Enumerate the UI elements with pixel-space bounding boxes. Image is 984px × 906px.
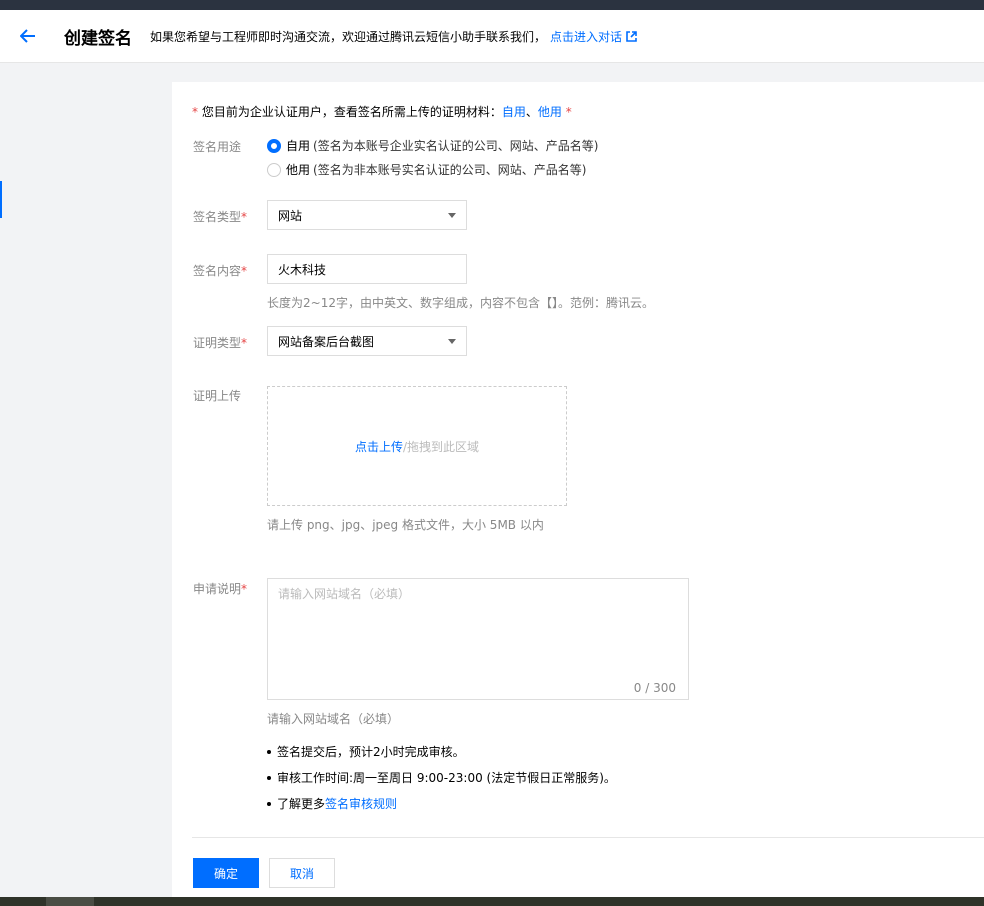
proof-type-label: 证明类型* — [193, 334, 247, 351]
required-mark: * — [241, 210, 248, 224]
proof-type-value: 网站备案后台截图 — [278, 334, 375, 349]
header-tip: 如果您希望与工程师即时沟通交流，欢迎通过腾讯云短信小助手联系我们， 点击进入对话 — [150, 28, 637, 45]
caret-down-icon — [448, 339, 456, 344]
self-use-link[interactable]: 自用 — [502, 105, 526, 119]
usage-label: 签名用途 — [193, 140, 242, 154]
radio-unchecked-icon — [267, 162, 281, 177]
description-label: 申请说明* — [193, 580, 247, 597]
info-bullets: 签名提交后，预计2小时完成审核。 审核工作时间:周一至周日 9:00-23:00… — [267, 745, 616, 823]
required-mark: * — [241, 336, 248, 350]
notice-separator: 、 — [525, 105, 538, 119]
divider — [192, 837, 984, 838]
bullet-text: 了解更多 — [277, 797, 326, 811]
usage-option-hint: (签名为非本账号实名认证的公司、网站、产品名等) — [313, 163, 587, 177]
arrow-left-icon — [20, 29, 35, 43]
upload-drag-hint: /拖拽到此区域 — [402, 439, 480, 454]
content-help: 长度为2~12字，由中英文、数字组成，内容不包含【】。范例：腾讯云。 — [267, 296, 654, 310]
page-header: 创建签名 如果您希望与工程师即时沟通交流，欢迎通过腾讯云短信小助手联系我们， 点击… — [0, 10, 984, 63]
other-use-link[interactable]: 他用 — [538, 105, 562, 119]
usage-radio-other[interactable]: 他用 (签名为非本账号实名认证的公司、网站、产品名等) — [267, 161, 586, 178]
usage-radio-self[interactable]: 自用 (签名为本账号企业实名认证的公司、网站、产品名等) — [267, 137, 598, 154]
certification-notice: * 您目前为企业认证用户，查看签名所需上传的证明材料：自用、他用 * — [192, 103, 572, 120]
type-label: 签名类型* — [193, 208, 247, 225]
list-item: 了解更多 签名审核规则 — [267, 795, 616, 812]
back-button[interactable] — [17, 25, 39, 47]
description-textarea[interactable]: 请输入网站域名（必填） 0 / 300 — [267, 578, 689, 700]
upload-dropzone[interactable]: 点击上传/拖拽到此区域 — [267, 386, 567, 506]
taskbar — [0, 897, 984, 906]
notice-text: 您目前为企业认证用户，查看签名所需上传的证明材料： — [198, 105, 502, 119]
description-label-text: 申请说明 — [193, 582, 242, 596]
proof-type-label-text: 证明类型 — [193, 336, 242, 350]
sidebar-active-indicator — [0, 181, 2, 218]
required-mark: * — [241, 582, 248, 596]
content-label-text: 签名内容 — [193, 264, 242, 278]
chat-link-label: 点击进入对话 — [550, 29, 623, 44]
caret-down-icon — [448, 213, 456, 218]
form-card: * 您目前为企业认证用户，查看签名所需上传的证明材料：自用、他用 * 签名用途 … — [172, 82, 984, 897]
proof-type-select[interactable]: 网站备案后台截图 — [267, 326, 467, 356]
bullet-dot — [267, 801, 271, 806]
upload-help: 请上传 png、jpg、jpeg 格式文件，大小 5MB 以内 — [267, 518, 544, 532]
signature-type-value: 网站 — [278, 208, 303, 223]
bullet-text: 签名提交后，预计2小时完成审核。 — [277, 745, 465, 759]
header-tip-text: 如果您希望与工程师即时沟通交流，欢迎通过腾讯云短信小助手联系我们， — [150, 29, 547, 44]
cancel-button[interactable]: 取消 — [269, 858, 335, 888]
notice-trailing-asterisk: * — [561, 105, 572, 119]
list-item: 签名提交后，预计2小时完成审核。 — [267, 745, 616, 759]
radio-checked-icon — [267, 138, 281, 153]
usage-option-hint: (签名为本账号企业实名认证的公司、网站、产品名等) — [313, 139, 599, 153]
description-char-counter: 0 / 300 — [633, 681, 676, 695]
usage-option-label: 他用 — [286, 163, 311, 177]
chat-link[interactable]: 点击进入对话 — [550, 28, 637, 45]
page-title: 创建签名 — [64, 28, 132, 49]
list-item: 审核工作时间:周一至周日 9:00-23:00 (法定节假日正常服务)。 — [267, 771, 616, 785]
usage-option-label: 自用 — [286, 139, 311, 153]
bullet-text: 审核工作时间:周一至周日 9:00-23:00 (法定节假日正常服务)。 — [277, 771, 616, 785]
required-mark: * — [241, 264, 248, 278]
upload-link[interactable]: 点击上传 — [355, 438, 403, 455]
signature-content-input[interactable]: 火木科技 — [267, 254, 467, 284]
upload-label: 证明上传 — [193, 389, 242, 403]
review-rules-link[interactable]: 签名审核规则 — [325, 795, 397, 812]
external-link-icon — [626, 30, 637, 42]
taskbar-item[interactable] — [46, 897, 94, 906]
top-bar — [0, 0, 984, 10]
confirm-button[interactable]: 确定 — [193, 858, 259, 888]
description-placeholder: 请输入网站域名（必填） — [278, 587, 411, 601]
type-label-text: 签名类型 — [193, 210, 242, 224]
bullet-dot — [267, 749, 271, 754]
bullet-dot — [267, 775, 271, 780]
content-label: 签名内容* — [193, 262, 247, 279]
description-help: 请输入网站域名（必填） — [267, 712, 400, 726]
signature-type-select[interactable]: 网站 — [267, 200, 467, 230]
